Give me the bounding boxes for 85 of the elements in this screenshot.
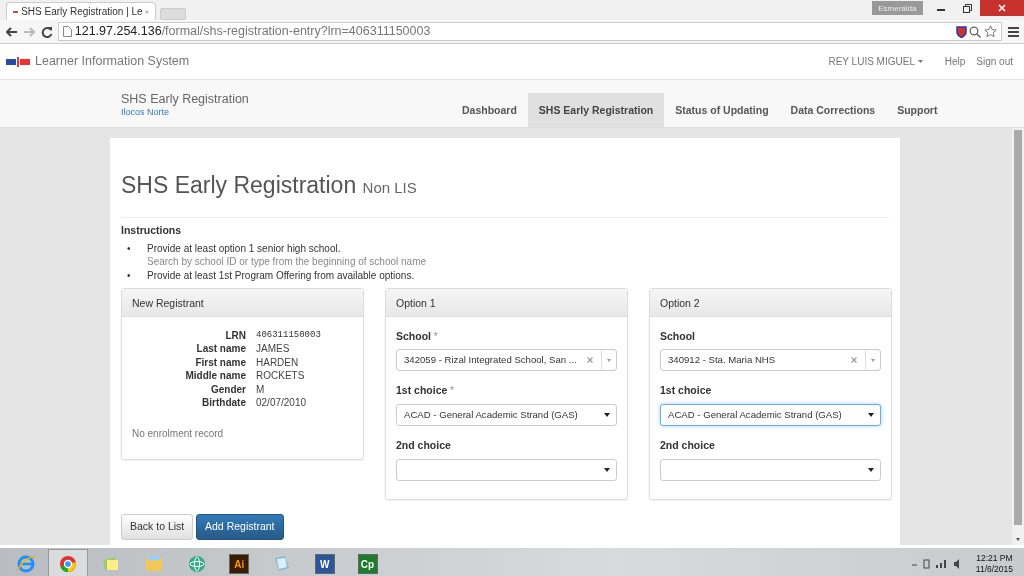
bullet-mark: • [127,241,132,256]
field-label: LRN [224,328,246,342]
panel-title: Option 2 [650,288,891,317]
taskbar-app[interactable]: Ai [219,549,260,576]
book-icon [272,553,292,574]
address-bar[interactable]: 121.97.254.136/formal/shs-registration-entry?lrn=406311150003 [58,22,1002,41]
field-label: 2nd choice [660,438,716,453]
caret-icon [868,413,874,417]
caret-icon [607,358,611,362]
nav-link[interactable]: Sign out [976,54,1013,69]
taskbar-app[interactable] [48,549,89,576]
close-icon [998,4,1006,12]
reload-icon[interactable] [40,25,53,38]
logo-icon [5,56,30,67]
back-icon[interactable] [5,26,18,37]
instruction-hint: Search by school ID or type from the beginning of school name [147,255,427,269]
instruction-text: Provide at least 1st Program Offering from available options. [147,268,415,282]
field-label: School * [396,328,439,344]
field-value: ROCKETS [256,369,306,383]
taskbar-app[interactable]: Cp [347,549,388,576]
shield-icon[interactable] [955,25,967,38]
page-subheading: Non LIS [362,179,417,196]
search-icon[interactable] [969,25,982,38]
browser-icon [58,553,79,574]
instruction-text: Provide at least option 1 senior high school. [147,241,342,255]
field-label: 1st choice * [396,383,456,399]
bullet-mark: • [127,268,132,282]
field-value: 406311150003 [256,328,322,342]
nav-link[interactable]: Help [944,54,966,69]
field-value: JAMES [256,342,291,356]
atom-icon [186,553,207,574]
menu-icon[interactable] [1007,26,1019,37]
clock-time: 12:21 PM [976,553,1013,563]
section-title: SHS Early Registration [121,90,250,108]
field-label: 1st choice [660,383,713,399]
brand-title[interactable]: Learner Information System [35,52,190,71]
user-menu[interactable]: REY LUIS MIGUEL [828,54,923,69]
add-button[interactable]: Add Registrant [196,513,284,540]
field-label: First name [194,355,246,369]
nav-tab[interactable]: Support [886,93,949,127]
field-value: M [256,382,266,396]
field-label: Middle name [184,369,246,383]
program-select[interactable]: ACAD - General Academic Strand (GAS) [660,404,881,426]
field-label: Last name [195,342,246,356]
nav-tab[interactable]: Dashboard [451,93,528,127]
caret-icon [917,60,923,63]
instructions-title: Instructions [121,223,183,238]
globe-icon [15,553,36,574]
enrolment-note: No enrolment record [132,426,225,441]
caret-icon [868,467,874,472]
region-subtitle: Ilocos Norte [121,108,171,118]
nav-tab[interactable]: SHS Early Registration [527,93,665,127]
school-combobox[interactable]: 342059 - Rizal Integrated School, San ... [396,349,617,372]
star-icon[interactable] [984,25,997,38]
caret-icon [871,358,875,362]
browser-tab[interactable]: SHS Early Registration | Le [6,2,156,20]
program-select[interactable] [660,458,881,481]
nav-tab[interactable]: Status of Updating [664,93,780,127]
panel-title: New Registrant [122,288,363,317]
restore-icon [962,3,972,13]
url-text: 121.97.254.136/formal/shs-registration-entry?lrn=406311150003 [74,23,431,40]
field-value: HARDEN [256,355,300,369]
scrollbar-drawing[interactable] [1012,128,1024,545]
program-select[interactable]: ACAD - General Academic Strand (GAS) [396,404,617,426]
taskbar-app[interactable]: W [304,549,345,576]
page-icon [63,26,72,37]
close-icon[interactable] [145,7,149,16]
field-label: Birthdate [201,396,246,410]
nav-tab[interactable]: Data Corrections [779,93,887,127]
clear-icon[interactable] [587,357,593,364]
field-label: Gender [210,382,246,396]
caret-icon [604,413,610,417]
field-value: 02/07/2010 [256,396,308,410]
folder-icon [143,553,164,574]
clear-icon[interactable] [851,357,857,364]
school-combobox[interactable]: 340912 - Sta. Maria NHS [660,349,881,372]
forward-icon[interactable] [23,26,35,37]
panel-title: Option 1 [386,288,627,317]
back-button[interactable]: Back to List [121,513,194,540]
program-select[interactable] [396,458,617,481]
page-heading: SHS Early Registration [121,172,357,198]
clock-date: 11/6/2015 [975,564,1013,574]
field-label: School [660,328,696,344]
caret-icon [604,467,610,472]
field-label: 2nd choice [396,438,452,453]
